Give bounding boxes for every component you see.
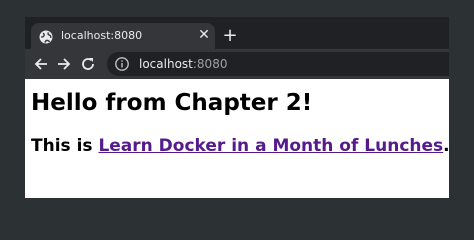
intro-period: . [443, 136, 449, 156]
intro-paragraph: This is Learn Docker in a Month of Lunch… [31, 135, 449, 157]
close-icon[interactable]: ✕ [197, 28, 211, 42]
toolbar: localhost:8080 [25, 49, 449, 79]
globe-icon [39, 29, 53, 44]
book-link[interactable]: Learn Docker in a Month of Lunches [98, 136, 443, 156]
intro-text: This is [31, 136, 99, 156]
address-bar[interactable]: localhost:8080 [107, 52, 449, 76]
tab-strip: localhost:8080 ✕ + [25, 17, 449, 49]
plus-icon[interactable]: + [222, 27, 238, 45]
reload-icon[interactable] [80, 56, 96, 72]
url-host: localhost [139, 57, 193, 71]
arrow-left-icon[interactable] [33, 56, 49, 72]
arrow-right-icon[interactable] [56, 56, 72, 72]
page-heading: Hello from Chapter 2! [31, 90, 313, 116]
tab-localhost[interactable]: localhost:8080 ✕ [31, 23, 215, 49]
browser-window: localhost:8080 ✕ + localhost:8080 Hello … [25, 17, 449, 198]
page-content: Hello from Chapter 2! This is Learn Dock… [25, 79, 449, 198]
address-url[interactable]: localhost:8080 [139, 57, 227, 71]
tab-title: localhost:8080 [61, 29, 143, 42]
info-icon[interactable] [114, 56, 130, 72]
url-port: :8080 [192, 57, 228, 71]
